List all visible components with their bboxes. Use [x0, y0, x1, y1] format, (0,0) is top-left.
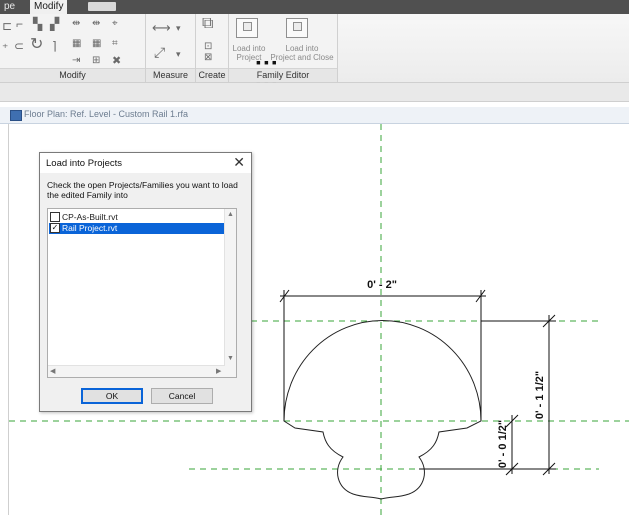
- busy-cursor-dots-top: ▪▪▪: [256, 54, 280, 70]
- rotate-icon[interactable]: ↻: [30, 37, 43, 53]
- split-icon[interactable]: ⌖: [112, 18, 118, 30]
- modify-panel: ⊏ ⌐ ▚ ▞ ⇹ ⇹ ⌖ ⁺ ⊂ ↻ ⌉ ▦ ▦ ⌗ ⇥ ⊞ ✖ Modify: [0, 14, 146, 82]
- split-with-gap-icon[interactable]: ⇥: [72, 55, 80, 67]
- create-panel-label: Create: [196, 68, 228, 82]
- dialog-title: Load into Projects: [46, 158, 123, 169]
- scale-icon[interactable]: ▦: [92, 38, 101, 50]
- dimension-dropdown-icon[interactable]: ▾: [176, 48, 181, 60]
- measure-panel: ⟷ ▾ ⤢ ▾ Measure: [146, 14, 196, 82]
- dim-height-text: 0' - 1 1/2": [534, 371, 546, 419]
- list-item-label: CP-As-Built.rvt: [62, 212, 118, 222]
- cancel-button[interactable]: Cancel: [151, 388, 213, 404]
- trim-extend-icon[interactable]: ⁺: [2, 42, 8, 54]
- modify-panel-label: Modify: [0, 68, 145, 82]
- create-panel: ⧉ ⊡ ⊠ Create: [196, 14, 229, 82]
- create-parts-icon[interactable]: ⊠: [204, 52, 212, 64]
- options-bar: [0, 83, 629, 102]
- tab-modify[interactable]: Modify: [30, 0, 68, 14]
- load-into-project-icon[interactable]: [236, 18, 258, 38]
- view-title: Floor Plan: Ref. Level - Custom Rail 1.r…: [24, 109, 189, 119]
- dialog-titlebar[interactable]: Load into Projects ✕: [40, 153, 251, 173]
- projects-listbox[interactable]: CP-As-Built.rvt ✓ Rail Project.rvt ▲ ▼ ◀ …: [47, 208, 237, 378]
- load-into-project-close-label-1: Load into: [285, 44, 319, 53]
- rail-profile-outline: [283, 319, 482, 500]
- measure-panel-label: Measure: [146, 68, 195, 82]
- load-into-project-and-close-icon[interactable]: [286, 18, 308, 38]
- array-grid-icon[interactable]: ▦: [72, 38, 81, 50]
- close-icon[interactable]: ✕: [233, 154, 245, 171]
- list-item[interactable]: CP-As-Built.rvt: [49, 211, 229, 223]
- dim-width-text: 0' - 2": [367, 279, 397, 291]
- ok-button[interactable]: OK: [81, 388, 143, 404]
- measure-dropdown-icon[interactable]: ▾: [176, 22, 181, 34]
- mirror-pick-axis-icon[interactable]: ▚: [33, 18, 42, 30]
- copy-icon[interactable]: ⇹: [92, 18, 100, 30]
- measure-between-points-icon[interactable]: ⟷: [152, 21, 171, 34]
- offset-icon[interactable]: ⌐: [16, 18, 23, 30]
- checkbox-cp-as-built[interactable]: [50, 211, 60, 222]
- tab-type-properties[interactable]: pe: [0, 0, 19, 14]
- family-editor-panel-label: Family Editor: [229, 68, 337, 82]
- array-icon[interactable]: ⊂: [14, 40, 24, 52]
- scroll-left-icon[interactable]: ◀: [50, 367, 55, 375]
- unpin-icon[interactable]: ⊞: [92, 55, 100, 67]
- ribbon-tab-strip: pe Modify: [0, 0, 629, 14]
- load-into-projects-dialog: Load into Projects ✕ Check the open Proj…: [39, 152, 252, 412]
- delete-icon[interactable]: ✖: [112, 55, 121, 67]
- ribbon-empty-area: [338, 14, 629, 82]
- vertical-scrollbar[interactable]: ▲ ▼: [224, 209, 236, 377]
- scroll-up-icon[interactable]: ▲: [227, 211, 234, 218]
- dialog-instruction: Check the open Projects/Families you wan…: [47, 180, 238, 200]
- aligned-dimension-icon[interactable]: ⤢: [154, 45, 165, 59]
- list-item-label: Rail Project.rvt: [62, 223, 118, 233]
- scroll-right-icon[interactable]: ▶: [216, 367, 221, 375]
- horizontal-scrollbar[interactable]: ◀ ▶: [48, 365, 225, 377]
- view-title-bar: Floor Plan: Ref. Level - Custom Rail 1.r…: [0, 107, 629, 124]
- trim-icon[interactable]: ⌉: [52, 40, 57, 52]
- mirror-draw-axis-icon[interactable]: ▞: [50, 18, 59, 30]
- list-item[interactable]: ✓ Rail Project.rvt: [49, 222, 229, 234]
- load-into-project-label-1: Load into: [232, 44, 266, 53]
- family-editor-panel: Load into Project Load into Project and …: [229, 14, 338, 82]
- align-icon[interactable]: ⊏: [2, 20, 12, 32]
- quick-access-toggle[interactable]: [88, 2, 116, 11]
- checkbox-rail-project[interactable]: ✓: [50, 222, 60, 233]
- dim-small-text: 0' - 0 1/2": [497, 420, 509, 468]
- scroll-down-icon[interactable]: ▼: [227, 355, 234, 362]
- move-icon[interactable]: ⇹: [72, 18, 80, 30]
- pin-icon[interactable]: ⌗: [112, 38, 118, 50]
- floor-plan-view-icon: [10, 110, 22, 121]
- create-similar-icon[interactable]: ⧉: [202, 16, 213, 32]
